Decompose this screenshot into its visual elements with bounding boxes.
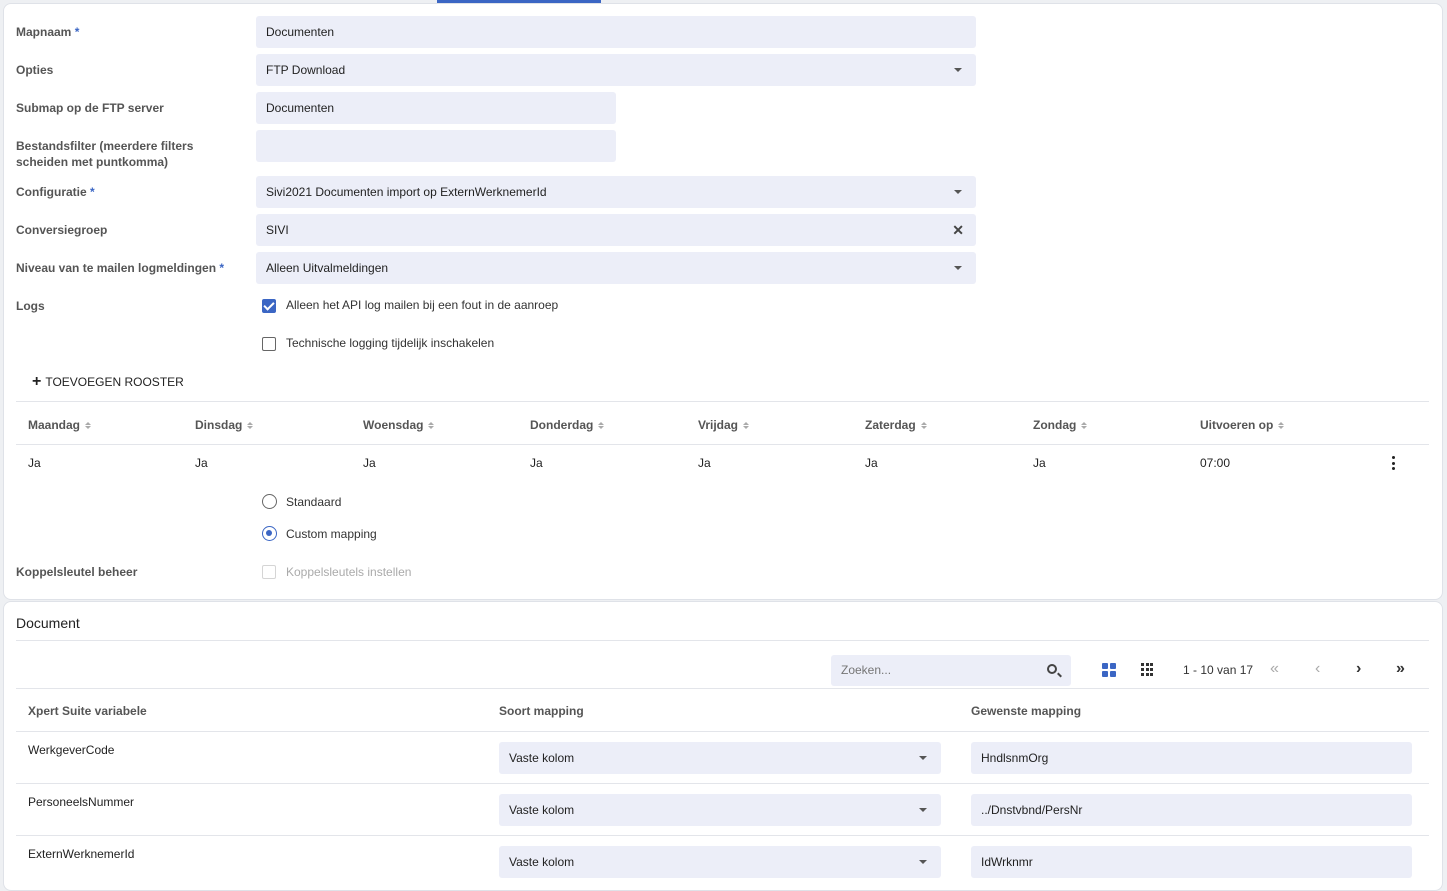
col-header-zondag[interactable]: Zondag: [1033, 418, 1088, 432]
search-icon[interactable]: [1047, 664, 1057, 674]
col-header-uitvoeren-op[interactable]: Uitvoeren op: [1200, 418, 1285, 432]
col-header-woensdag[interactable]: Woensdag: [363, 418, 435, 432]
tile-view-icon[interactable]: [1102, 663, 1116, 677]
more-options-icon[interactable]: [1390, 456, 1396, 470]
col-header-maandag[interactable]: Maandag: [28, 418, 92, 432]
logs-label: Logs: [16, 299, 45, 313]
chevron-down-icon: [954, 266, 962, 270]
chevron-down-icon: [919, 860, 927, 864]
plus-icon: +: [32, 373, 42, 390]
divider: [16, 783, 1429, 784]
table-cell: WerkgeverCode: [28, 743, 115, 757]
soort-mapping-select[interactable]: Vaste kolom: [499, 794, 941, 826]
table-cell: ExternWerknemerId: [28, 847, 135, 861]
col-header-dinsdag[interactable]: Dinsdag: [195, 418, 254, 432]
prev-page-icon[interactable]: ‹: [1315, 660, 1320, 678]
section-title: Document: [16, 615, 80, 631]
api-log-checkbox[interactable]: [262, 299, 276, 313]
divider: [16, 401, 1429, 402]
table-cell: 07:00: [1200, 456, 1231, 470]
bestandsfilter-field[interactable]: [256, 130, 616, 162]
opties-select[interactable]: FTP Download: [256, 54, 976, 86]
koppelsleutels-checkbox-label: Koppelsleutels instellen: [286, 565, 412, 579]
table-cell: Ja: [530, 456, 543, 470]
soort-mapping-select[interactable]: Vaste kolom: [499, 846, 941, 878]
configuratie-label: Configuratie *: [16, 185, 95, 199]
conversiegroep-select[interactable]: SIVI ✕: [256, 214, 976, 246]
sort-icon: [743, 421, 750, 429]
divider: [16, 835, 1429, 836]
col-header-donderdag[interactable]: Donderdag: [530, 418, 605, 432]
table-cell: Ja: [698, 456, 711, 470]
table-cell: Ja: [195, 456, 208, 470]
close-icon[interactable]: ✕: [952, 214, 964, 246]
koppelsleutel-label: Koppelsleutel beheer: [16, 565, 138, 579]
sort-icon: [1278, 421, 1285, 429]
col-header-soort: Soort mapping: [499, 704, 584, 718]
submap-label: Submap op de FTP server: [16, 101, 164, 115]
opties-label: Opties: [16, 63, 54, 77]
search-input[interactable]: [841, 663, 1031, 677]
divider: [16, 731, 1429, 732]
sort-icon: [1081, 421, 1088, 429]
sort-icon: [598, 421, 605, 429]
gewenste-mapping-field[interactable]: IdWrknmr: [971, 846, 1412, 878]
divider: [16, 444, 1429, 445]
last-page-icon[interactable]: »: [1396, 660, 1405, 678]
col-header-variabele: Xpert Suite variabele: [28, 704, 147, 718]
submap-field[interactable]: Documenten: [256, 92, 616, 124]
divider: [16, 688, 1429, 689]
mapnaam-field[interactable]: Documenten: [256, 16, 976, 48]
bestandsfilter-label: Bestandsfilter (meerdere filters scheiden…: [16, 139, 194, 169]
first-page-icon[interactable]: «: [1270, 660, 1279, 678]
configuratie-select[interactable]: Sivi2021 Documenten import op ExternWerk…: [256, 176, 976, 208]
technical-logging-checkbox[interactable]: [262, 337, 276, 351]
chevron-down-icon: [954, 68, 962, 72]
conversiegroep-label: Conversiegroep: [16, 223, 108, 237]
standaard-radio[interactable]: [262, 494, 277, 509]
grid-view-icon[interactable]: [1141, 663, 1155, 677]
koppelsleutels-checkbox[interactable]: [262, 565, 276, 579]
table-cell: Ja: [363, 456, 376, 470]
sort-icon: [920, 421, 927, 429]
niveau-select[interactable]: Alleen Uitvalmeldingen: [256, 252, 976, 284]
add-rooster-button[interactable]: + TOEVOEGEN ROOSTER: [32, 373, 184, 390]
chevron-down-icon: [954, 190, 962, 194]
custom-mapping-radio[interactable]: [262, 526, 277, 541]
table-cell: Ja: [1033, 456, 1046, 470]
table-cell: Ja: [28, 456, 41, 470]
table-cell: PersoneelsNummer: [28, 795, 135, 809]
technical-logging-checkbox-label: Technische logging tijdelijk inschakelen: [286, 336, 495, 350]
soort-mapping-select[interactable]: Vaste kolom: [499, 742, 941, 774]
col-header-zaterdag[interactable]: Zaterdag: [865, 418, 927, 432]
sort-icon: [428, 421, 435, 429]
settings-card: [3, 3, 1443, 600]
col-header-vrijdag[interactable]: Vrijdag: [698, 418, 750, 432]
sort-icon: [247, 421, 254, 429]
search-field[interactable]: [831, 655, 1071, 686]
gewenste-mapping-field[interactable]: ../Dnstvbnd/PersNr: [971, 794, 1412, 826]
divider: [16, 640, 1429, 641]
col-header-gewenst: Gewenste mapping: [971, 704, 1082, 718]
niveau-label: Niveau van te mailen logmeldingen *: [16, 261, 225, 275]
standaard-radio-label: Standaard: [286, 495, 342, 509]
pagination-info: 1 - 10 van 17: [1183, 663, 1254, 677]
gewenste-mapping-field[interactable]: HndlsnmOrg: [971, 742, 1412, 774]
custom-mapping-radio-label: Custom mapping: [286, 527, 377, 541]
chevron-down-icon: [919, 756, 927, 760]
sort-icon: [85, 421, 92, 429]
mapnaam-label: Mapnaam *: [16, 25, 80, 39]
next-page-icon[interactable]: ›: [1356, 660, 1361, 678]
chevron-down-icon: [919, 808, 927, 812]
table-cell: Ja: [865, 456, 878, 470]
api-log-checkbox-label: Alleen het API log mailen bij een fout i…: [286, 298, 559, 312]
